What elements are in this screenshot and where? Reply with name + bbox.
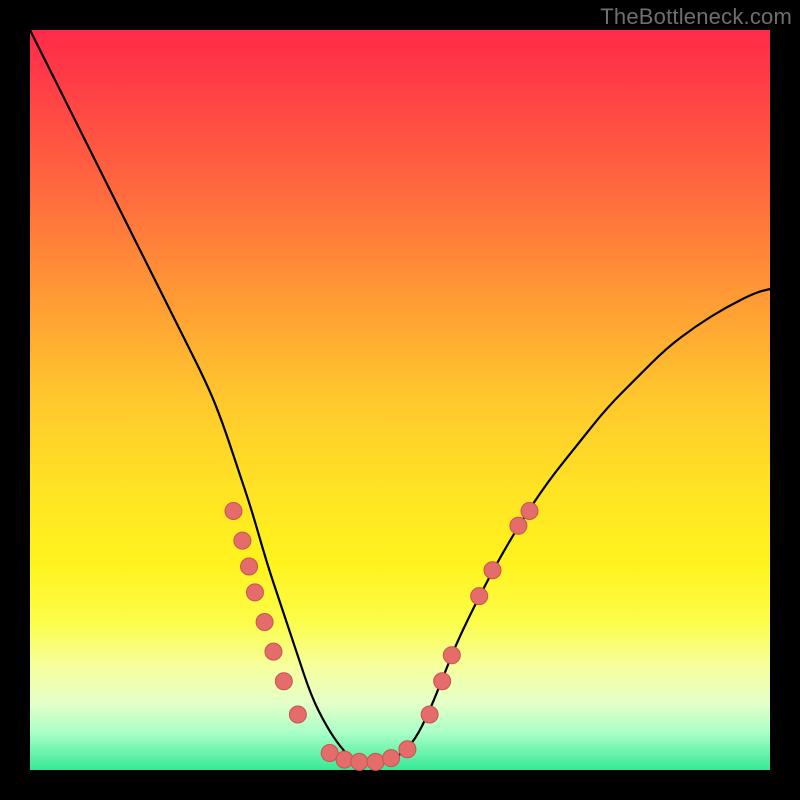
marker-dot [246, 584, 263, 601]
marker-dot [336, 751, 353, 768]
marker-dot [510, 517, 527, 534]
chart-svg [30, 30, 770, 770]
marker-dot [484, 562, 501, 579]
marker-dot [275, 673, 292, 690]
marker-group [225, 503, 538, 771]
marker-dot [434, 673, 451, 690]
marker-dot [399, 741, 416, 758]
marker-dot [241, 558, 258, 575]
marker-dot [351, 753, 368, 770]
marker-dot [367, 753, 384, 770]
marker-dot [289, 706, 306, 723]
watermark-text: TheBottleneck.com [600, 4, 792, 30]
marker-dot [421, 706, 438, 723]
marker-dot [225, 503, 242, 520]
marker-dot [383, 750, 400, 767]
marker-dot [471, 588, 488, 605]
marker-dot [256, 614, 273, 631]
marker-dot [521, 503, 538, 520]
marker-dot [234, 532, 251, 549]
bottleneck-curve [30, 30, 770, 763]
marker-dot [265, 643, 282, 660]
plot-area [30, 30, 770, 770]
chart-frame: TheBottleneck.com [0, 0, 800, 800]
marker-dot [443, 647, 460, 664]
